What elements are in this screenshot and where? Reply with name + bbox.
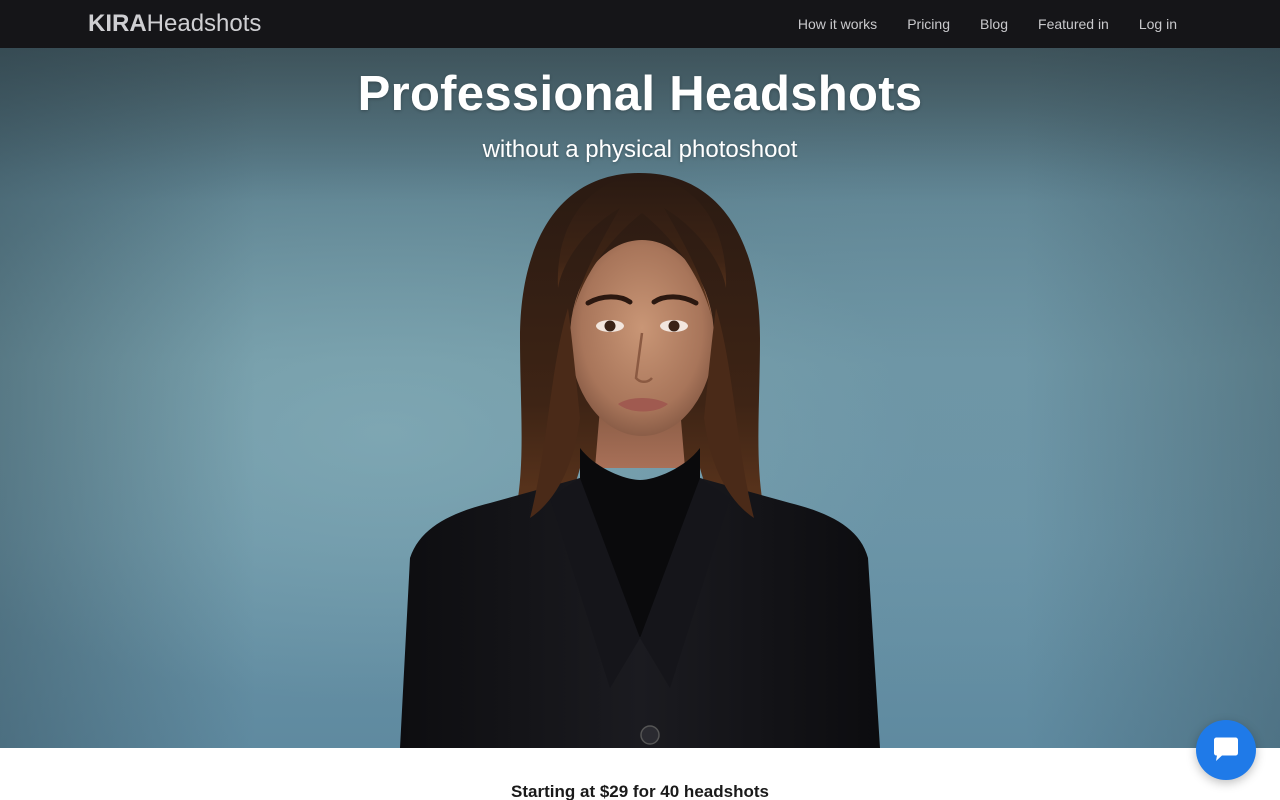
nav-how-it-works[interactable]: How it works	[783, 0, 892, 48]
hero-section: Professional Headshots without a physica…	[0, 48, 1280, 748]
nav-links: How it works Pricing Blog Featured in Lo…	[783, 0, 1192, 48]
hero-subtitle: without a physical photoshoot	[482, 136, 798, 163]
nav-featured-in[interactable]: Featured in	[1023, 0, 1124, 48]
nav-log-in[interactable]: Log in	[1124, 0, 1192, 48]
nav-blog[interactable]: Blog	[965, 0, 1023, 48]
brand-logo[interactable]: KIRA Headshots	[88, 0, 261, 48]
hero-portrait-image	[400, 173, 880, 748]
top-navbar: KIRA Headshots How it works Pricing Blog …	[0, 0, 1280, 48]
brand-bold-text: KIRA	[88, 10, 147, 37]
brand-light-text: Headshots	[146, 10, 262, 37]
chat-bubble-icon	[1214, 737, 1238, 761]
chat-launcher-button[interactable]	[1196, 720, 1256, 780]
nav-pricing[interactable]: Pricing	[892, 0, 965, 48]
hero-title: Professional Headshots	[357, 67, 923, 121]
pricing-tagline: Starting at $29 for 40 headshots	[511, 782, 769, 800]
